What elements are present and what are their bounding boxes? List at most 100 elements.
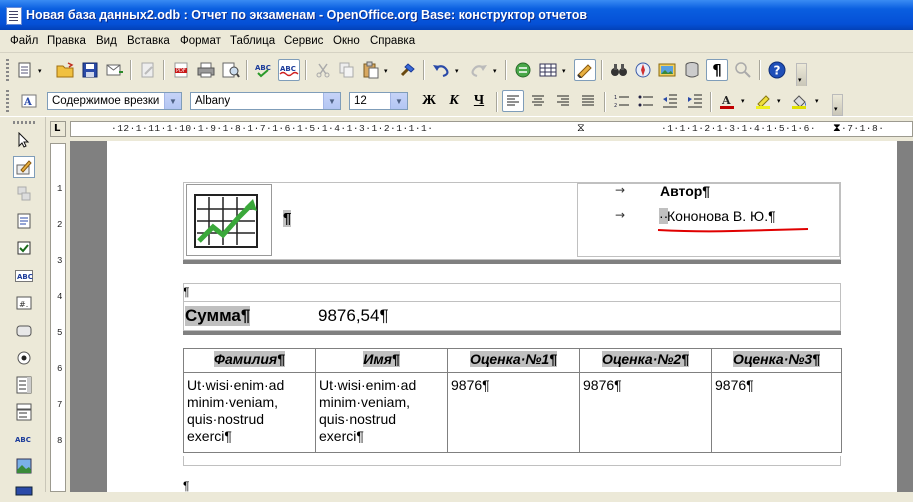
label-field-icon[interactable]: ABC <box>13 265 35 287</box>
toolbar-grip[interactable] <box>13 121 35 124</box>
form-properties-icon[interactable] <box>13 210 35 232</box>
more-controls-icon[interactable] <box>13 480 35 502</box>
bullets-icon[interactable] <box>635 90 657 112</box>
column-header[interactable]: Имя¶ <box>315 348 448 373</box>
redo-icon[interactable] <box>468 59 490 81</box>
table-icon[interactable] <box>537 59 559 81</box>
chevron-down-icon[interactable]: ▾ <box>493 67 499 75</box>
draw-functions-icon[interactable] <box>574 59 596 81</box>
column-header[interactable]: Оценка·№2¶ <box>579 348 712 373</box>
list-box-icon[interactable] <box>13 374 35 396</box>
push-button-icon[interactable] <box>13 320 35 342</box>
design-mode-icon[interactable] <box>13 156 35 178</box>
ruler-corner-tab-selector[interactable]: L <box>50 121 66 137</box>
toolbar-grip[interactable] <box>6 90 9 112</box>
table-cell[interactable]: 9876¶ <box>579 372 712 453</box>
font-size-select[interactable]: 12 ▼ <box>349 92 408 110</box>
copy-icon[interactable] <box>336 59 358 81</box>
form-navigator-icon[interactable] <box>13 183 35 205</box>
styles-formatting-icon[interactable]: A <box>18 90 40 112</box>
menu-format[interactable]: Формат <box>180 35 221 47</box>
select-pointer-icon[interactable] <box>13 129 35 151</box>
menu-tools[interactable]: Сервис <box>284 35 323 47</box>
formatting-marks-icon[interactable]: ¶ <box>706 59 728 81</box>
table-cell[interactable]: 9876¶ <box>447 372 580 453</box>
font-color-icon[interactable]: A <box>716 90 738 112</box>
clone-formatting-icon[interactable] <box>397 59 419 81</box>
gallery-icon[interactable] <box>656 59 678 81</box>
chevron-down-icon[interactable]: ▾ <box>562 67 568 75</box>
report-logo-image[interactable] <box>186 184 272 256</box>
autospellcheck-icon[interactable]: ABC <box>278 59 300 81</box>
chevron-down-icon[interactable]: ▾ <box>38 67 44 75</box>
column-header[interactable]: Фамилия¶ <box>183 348 316 373</box>
save-icon[interactable] <box>79 59 101 81</box>
text-box-icon[interactable]: ABC <box>13 428 35 450</box>
chevron-down-icon[interactable]: ▼ <box>390 93 407 109</box>
spellcheck-icon[interactable]: ABC <box>253 59 275 81</box>
font-name-select[interactable]: Albany ▼ <box>190 92 341 110</box>
image-control-icon[interactable] <box>13 455 35 477</box>
horizontal-ruler[interactable]: ·12·1·11·1·10·1·9·1·8·1·7·1·6·1·5·1·4·1·… <box>70 121 913 137</box>
chevron-down-icon[interactable]: ▾ <box>741 97 747 105</box>
zoom-icon[interactable] <box>732 59 754 81</box>
increase-indent-icon[interactable] <box>684 90 706 112</box>
option-button-icon[interactable] <box>13 347 35 369</box>
menu-help[interactable]: Справка <box>370 35 415 47</box>
toolbar-overflow-button[interactable]: ▾ <box>796 63 807 87</box>
decrease-indent-icon[interactable] <box>659 90 681 112</box>
find-binoculars-icon[interactable] <box>608 59 630 81</box>
table-cell[interactable]: 9876¶ <box>711 372 842 453</box>
italic-button[interactable]: К <box>443 91 465 111</box>
menu-view[interactable]: Вид <box>96 35 117 47</box>
group-header-section[interactable] <box>183 283 841 331</box>
toolbar-grip[interactable] <box>6 59 9 81</box>
chevron-down-icon[interactable]: ▾ <box>815 97 821 105</box>
left-indent-marker[interactable]: ⧖ <box>577 121 585 135</box>
align-center-icon[interactable] <box>527 90 549 112</box>
help-icon[interactable]: ? <box>766 59 788 81</box>
open-folder-icon[interactable] <box>54 59 76 81</box>
chevron-down-icon[interactable]: ▾ <box>455 67 461 75</box>
chevron-down-icon[interactable]: ▼ <box>323 93 340 109</box>
cut-icon[interactable] <box>312 59 334 81</box>
numbering-icon[interactable]: 12 <box>611 90 633 112</box>
chevron-down-icon[interactable]: ▼ <box>164 93 181 109</box>
checkbox-control-icon[interactable] <box>13 237 35 259</box>
align-left-icon[interactable] <box>502 90 524 112</box>
underline-button[interactable]: Ч <box>468 91 490 111</box>
background-color-icon[interactable] <box>789 90 811 112</box>
sum-value-field[interactable]: 9876,54¶ <box>318 306 389 326</box>
edit-file-icon[interactable] <box>137 59 159 81</box>
chevron-down-icon[interactable]: ▾ <box>777 97 783 105</box>
table-cell[interactable]: Ut·wisi·enim·ad minim·veniam, quis·nostr… <box>183 372 316 453</box>
align-right-icon[interactable] <box>552 90 574 112</box>
print-icon[interactable] <box>195 59 217 81</box>
detail-table[interactable]: Фамилия¶ Имя¶ Оценка·№1¶ Оценка·№2¶ Оцен… <box>183 348 842 453</box>
column-header[interactable]: Оценка·№1¶ <box>447 348 580 373</box>
export-pdf-icon[interactable]: PDF <box>170 59 192 81</box>
formatted-field-icon[interactable]: #. <box>13 292 35 314</box>
paragraph-style-select[interactable]: Содержимое врезки ▼ <box>47 92 182 110</box>
bold-button[interactable]: Ж <box>418 91 440 111</box>
combo-box-icon[interactable] <box>13 401 35 423</box>
paste-icon[interactable] <box>360 59 382 81</box>
column-header[interactable]: Оценка·№3¶ <box>711 348 842 373</box>
vertical-ruler[interactable]: 1 2 3 4 5 6 7 8 <box>50 143 66 492</box>
undo-icon[interactable] <box>430 59 452 81</box>
menu-table[interactable]: Таблица <box>230 35 275 47</box>
menu-file[interactable]: Файл <box>10 35 38 47</box>
toolbar-overflow-button[interactable]: ▾ <box>832 94 843 116</box>
menu-window[interactable]: Окно <box>333 35 360 47</box>
navigator-compass-icon[interactable] <box>632 59 654 81</box>
page-preview-icon[interactable] <box>220 59 242 81</box>
new-document-icon[interactable] <box>14 59 36 81</box>
table-cell[interactable]: Ut·wisi·enim·ad minim·veniam, quis·nostr… <box>315 372 448 453</box>
data-sources-icon[interactable] <box>681 59 703 81</box>
navigator-icon[interactable] <box>512 59 534 81</box>
menu-edit[interactable]: Правка <box>47 35 86 47</box>
align-justify-icon[interactable] <box>577 90 599 112</box>
chevron-down-icon[interactable]: ▾ <box>384 67 390 75</box>
highlighting-icon[interactable] <box>753 90 775 112</box>
email-icon[interactable] <box>104 59 126 81</box>
